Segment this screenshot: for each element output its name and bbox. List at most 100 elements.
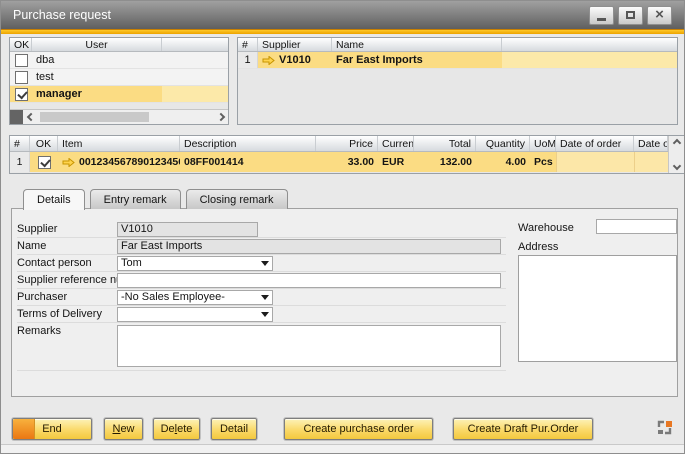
detail-button[interactable]: Detail bbox=[211, 418, 257, 440]
users-header-user: User bbox=[32, 38, 162, 51]
supplier-row: Supplier bbox=[17, 221, 506, 238]
warehouse-field[interactable] bbox=[596, 219, 677, 234]
purchase-request-window: Purchase request × OK User dba test mana… bbox=[0, 0, 685, 454]
items-header-ok: OK bbox=[30, 136, 58, 151]
user-ok-checkbox[interactable] bbox=[15, 88, 28, 101]
maximize-button[interactable] bbox=[618, 6, 643, 25]
users-panel: OK User dba test manager bbox=[9, 37, 229, 125]
item-date-of-order bbox=[556, 152, 634, 172]
user-ok-checkbox[interactable] bbox=[15, 71, 28, 84]
maximize-icon bbox=[626, 11, 635, 19]
items-header-date-of-order: Date of order bbox=[556, 136, 634, 151]
link-arrow-icon[interactable] bbox=[62, 158, 75, 167]
item-date-2 bbox=[634, 152, 668, 172]
end-button[interactable]: End bbox=[12, 418, 92, 440]
minimize-icon bbox=[597, 18, 606, 21]
details-form: Supplier Name Contact person Tom Supplie… bbox=[17, 221, 506, 371]
name-row: Name bbox=[17, 238, 506, 255]
new-button[interactable]: New bbox=[104, 418, 143, 440]
address-textarea[interactable] bbox=[518, 255, 677, 362]
users-header-ok: OK bbox=[10, 38, 32, 51]
create-draft-pur-order-button[interactable]: Create Draft Pur.Order bbox=[453, 418, 593, 440]
user-ok-checkbox[interactable] bbox=[15, 54, 28, 67]
terms-of-delivery-dropdown[interactable] bbox=[117, 307, 273, 322]
scroll-down-button[interactable] bbox=[672, 162, 680, 170]
supplier-reference-field[interactable] bbox=[117, 273, 501, 288]
tab-entry-remark[interactable]: Entry remark bbox=[90, 189, 181, 209]
link-arrow-icon[interactable] bbox=[262, 56, 275, 65]
supplier-reference-label: Supplier reference nu bbox=[17, 274, 117, 286]
scrollbar-thumb[interactable] bbox=[40, 112, 149, 122]
window-controls: × bbox=[589, 6, 672, 25]
item-price: 33.00 bbox=[316, 152, 378, 172]
supplier-code: V1010 bbox=[279, 54, 311, 66]
items-header-row: # OK Item Description Price Currenc Tota… bbox=[10, 136, 684, 152]
dropdown-arrow-icon bbox=[261, 295, 269, 300]
contact-person-dropdown[interactable]: Tom bbox=[117, 256, 273, 271]
remarks-textarea[interactable] bbox=[117, 325, 501, 367]
item-row-number: 1 bbox=[10, 152, 30, 172]
window-title: Purchase request bbox=[13, 8, 111, 22]
user-row-test[interactable]: test bbox=[10, 69, 228, 86]
suppliers-header-name: Name bbox=[332, 38, 502, 51]
items-header-num: # bbox=[10, 136, 30, 151]
items-header-item: Item bbox=[58, 136, 180, 151]
create-purchase-order-button[interactable]: Create purchase order bbox=[284, 418, 433, 440]
items-header-price: Price bbox=[316, 136, 378, 151]
delete-button[interactable]: Delete bbox=[153, 418, 200, 440]
scroll-up-button[interactable] bbox=[672, 139, 680, 147]
scroll-right-button[interactable] bbox=[213, 110, 228, 124]
purchaser-value: -No Sales Employee- bbox=[121, 291, 225, 303]
resize-grip-icon[interactable] bbox=[656, 419, 673, 436]
supplier-name: Far East Imports bbox=[332, 52, 502, 68]
items-header-total: Total bbox=[414, 136, 476, 151]
user-row-manager[interactable]: manager bbox=[10, 86, 228, 103]
contact-person-row: Contact person Tom bbox=[17, 255, 506, 272]
terms-of-delivery-row: Terms of Delivery bbox=[17, 306, 506, 323]
terms-of-delivery-label: Terms of Delivery bbox=[17, 308, 117, 320]
item-total: 132.00 bbox=[414, 152, 476, 172]
supplier-field[interactable] bbox=[117, 222, 258, 237]
remarks-row: Remarks bbox=[17, 323, 506, 371]
user-row-dba[interactable]: dba bbox=[10, 52, 228, 69]
gold-accent-strip bbox=[1, 29, 684, 34]
name-label: Name bbox=[17, 240, 117, 252]
purchaser-row: Purchaser -No Sales Employee- bbox=[17, 289, 506, 306]
user-name: test bbox=[32, 69, 162, 85]
supplier-label: Supplier bbox=[17, 223, 117, 235]
items-vertical-scrollbar bbox=[668, 136, 684, 173]
item-description: 08FF001414 bbox=[180, 152, 316, 172]
items-header-description: Description bbox=[180, 136, 316, 151]
window-bottom-strip bbox=[1, 444, 684, 453]
scroll-left-button[interactable] bbox=[23, 110, 38, 124]
tab-closing-remark[interactable]: Closing remark bbox=[186, 189, 288, 209]
item-currency: EUR bbox=[378, 152, 414, 172]
item-ok-checkbox[interactable] bbox=[38, 156, 51, 169]
purchaser-dropdown[interactable]: -No Sales Employee- bbox=[117, 290, 273, 305]
warehouse-label: Warehouse bbox=[518, 222, 574, 234]
tab-bar: Details Entry remark Closing remark bbox=[23, 189, 293, 210]
close-button[interactable]: × bbox=[647, 6, 672, 25]
suppliers-header-row: # Supplier Name bbox=[238, 38, 677, 52]
remarks-label: Remarks bbox=[17, 325, 117, 337]
address-label: Address bbox=[518, 241, 558, 253]
suppliers-header-supplier: Supplier bbox=[258, 38, 332, 51]
supplier-reference-row: Supplier reference nu bbox=[17, 272, 506, 289]
item-quantity: 4.00 bbox=[476, 152, 530, 172]
items-header-uom: UoM bbox=[530, 136, 556, 151]
contact-person-value: Tom bbox=[121, 257, 142, 269]
scrollbar-track[interactable] bbox=[38, 110, 213, 124]
item-uom: Pcs bbox=[530, 152, 556, 172]
minimize-button[interactable] bbox=[589, 6, 614, 25]
user-name: manager bbox=[32, 86, 162, 102]
chevron-left-icon bbox=[26, 113, 34, 121]
name-field[interactable] bbox=[117, 239, 501, 254]
tab-details[interactable]: Details bbox=[23, 189, 85, 210]
items-header-date-2: Date o bbox=[634, 136, 668, 151]
item-row[interactable]: 1 001234567890123456 08FF001414 33.00 EU… bbox=[10, 152, 684, 172]
title-bar: Purchase request × bbox=[1, 1, 684, 29]
item-code: 001234567890123456 bbox=[79, 156, 180, 168]
supplier-row[interactable]: 1 V1010 Far East Imports bbox=[238, 52, 677, 69]
supplier-row-number: 1 bbox=[238, 52, 258, 68]
suppliers-header-spacer bbox=[502, 38, 677, 51]
